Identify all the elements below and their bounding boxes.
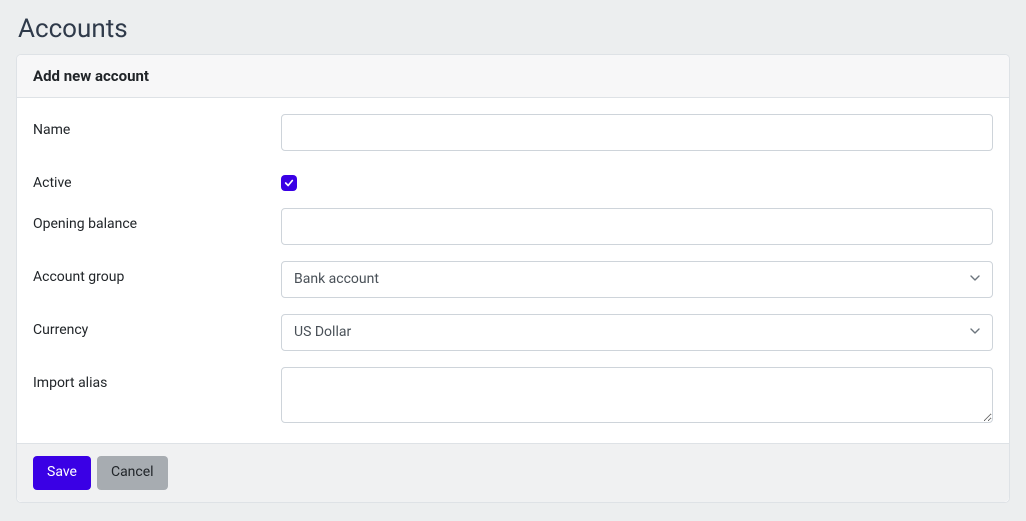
row-opening-balance: Opening balance	[33, 208, 993, 245]
label-name: Name	[33, 114, 281, 138]
row-import-alias: Import alias	[33, 367, 993, 427]
account-group-select[interactable]: Bank account	[281, 261, 993, 298]
account-group-value: Bank account	[281, 261, 993, 298]
label-import-alias: Import alias	[33, 367, 281, 391]
row-account-group: Account group Bank account	[33, 261, 993, 298]
row-name: Name	[33, 114, 993, 151]
row-currency: Currency US Dollar	[33, 314, 993, 351]
label-active: Active	[33, 167, 281, 191]
name-input[interactable]	[281, 114, 993, 151]
check-icon	[284, 178, 294, 188]
currency-select[interactable]: US Dollar	[281, 314, 993, 351]
card-header: Add new account	[17, 55, 1009, 98]
card-footer: Save Cancel	[17, 443, 1009, 502]
row-active: Active	[33, 167, 993, 192]
opening-balance-input[interactable]	[281, 208, 993, 245]
add-account-card: Add new account Name Active Opening bala…	[16, 54, 1010, 503]
page-title: Accounts	[0, 0, 1026, 54]
currency-value: US Dollar	[281, 314, 993, 351]
label-account-group: Account group	[33, 261, 281, 285]
label-currency: Currency	[33, 314, 281, 338]
save-button[interactable]: Save	[33, 456, 91, 490]
cancel-button[interactable]: Cancel	[97, 456, 168, 490]
label-opening-balance: Opening balance	[33, 208, 281, 232]
import-alias-textarea[interactable]	[281, 367, 993, 423]
active-checkbox[interactable]	[281, 175, 297, 191]
card-body: Name Active Opening balance Account grou…	[17, 98, 1009, 443]
